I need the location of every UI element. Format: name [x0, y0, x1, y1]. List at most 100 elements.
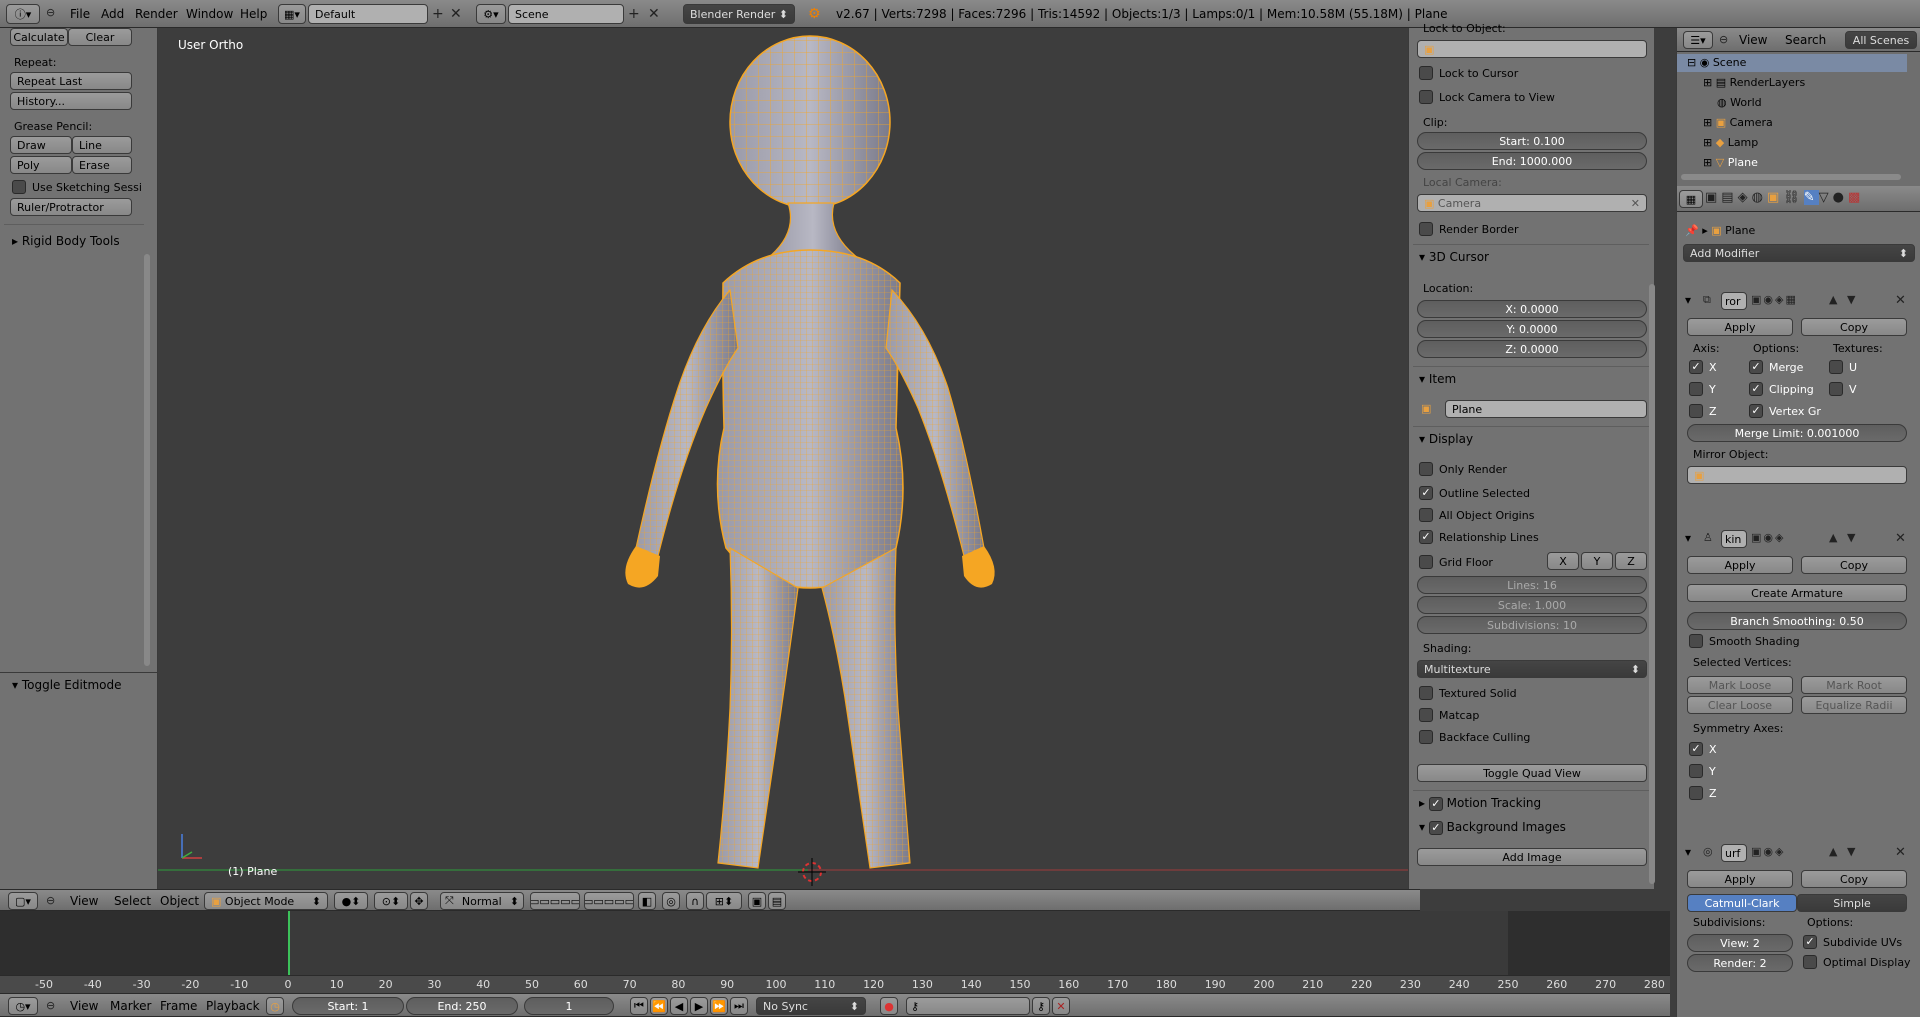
render-engine-dropdown[interactable]: Blender Render ⬍: [683, 4, 795, 24]
render-border-checkbox[interactable]: [1419, 222, 1433, 236]
screen-layout-button[interactable]: ▦▾: [278, 4, 306, 24]
move-up-icon[interactable]: ▲: [1829, 531, 1837, 544]
clear-field-icon[interactable]: ✕: [1631, 197, 1640, 210]
subsurf-collapse-toggle[interactable]: ▾: [1685, 845, 1691, 859]
modifiers-tab-icon[interactable]: ✎: [1803, 190, 1819, 205]
jump-start-button[interactable]: ⏮: [630, 997, 648, 1015]
add-modifier-dropdown[interactable]: Add Modifier ⬍: [1683, 244, 1915, 262]
view3d-menu-view[interactable]: View: [70, 894, 98, 908]
snap-element-dropdown[interactable]: ⊞⬍: [706, 892, 742, 910]
catmull-clark-toggle[interactable]: Catmull-Clark: [1687, 894, 1797, 912]
cursor-y-field[interactable]: Y: 0.0000: [1417, 320, 1647, 338]
matcap-checkbox[interactable]: [1419, 708, 1433, 722]
texture-v-checkbox[interactable]: [1829, 382, 1843, 396]
outliner-row-plane[interactable]: ⊞ ▽ Plane: [1677, 154, 1907, 172]
toggle-editmode-header[interactable]: ▾ Toggle Editmode: [12, 678, 122, 692]
texture-u-checkbox[interactable]: [1829, 360, 1843, 374]
remove-layout-icon[interactable]: ✕: [450, 6, 462, 22]
repeat-last-button[interactable]: Repeat Last: [10, 72, 132, 90]
end-frame-field[interactable]: End: 250: [406, 997, 518, 1015]
vertex-groups-checkbox[interactable]: ✓: [1749, 404, 1763, 418]
mirror-visibility-icons[interactable]: ▣◉◈▦: [1751, 293, 1798, 306]
remove-scene-icon[interactable]: ✕: [648, 6, 660, 22]
outliner-row-lamp[interactable]: ⊞ ◆ Lamp: [1677, 134, 1907, 152]
erase-button[interactable]: Erase: [72, 156, 132, 174]
subsurf-apply-button[interactable]: Apply: [1687, 870, 1793, 888]
lock-to-cursor-checkbox[interactable]: [1419, 66, 1433, 80]
clip-start-field[interactable]: Start: 0.100: [1417, 132, 1647, 150]
editor-type-button[interactable]: ⓘ▾: [6, 4, 40, 24]
move-down-icon[interactable]: ▼: [1847, 531, 1855, 544]
all-object-origins-checkbox[interactable]: [1419, 508, 1433, 522]
outliner-row-camera[interactable]: ⊞ ▣ Camera: [1677, 114, 1907, 132]
outliner-row-renderlayers[interactable]: ⊞ ▤ RenderLayers: [1677, 74, 1907, 92]
relationship-lines-checkbox[interactable]: ✓: [1419, 530, 1433, 544]
timeline-editor-type-button[interactable]: ◷▾: [8, 997, 38, 1015]
object-tab-icon[interactable]: ▣: [1767, 190, 1783, 205]
view-levels-field[interactable]: View: 2: [1687, 934, 1793, 952]
smooth-shading-checkbox[interactable]: [1689, 634, 1703, 648]
draw-button[interactable]: Draw: [10, 136, 72, 154]
render-preview-button[interactable]: ▣: [748, 892, 766, 910]
outliner-menu-search[interactable]: Search: [1785, 33, 1826, 47]
poly-button[interactable]: Poly: [10, 156, 72, 174]
toolshelf-scrollbar[interactable]: [144, 254, 150, 666]
collapse-menu-icon[interactable]: ⊖: [46, 999, 55, 1012]
view3d-menu-select[interactable]: Select: [114, 894, 151, 908]
textured-solid-checkbox[interactable]: [1419, 686, 1433, 700]
background-images-checkbox[interactable]: ✓: [1428, 821, 1443, 835]
cursor-x-field[interactable]: X: 0.0000: [1417, 300, 1647, 318]
mark-loose-button[interactable]: Mark Loose: [1687, 676, 1793, 694]
view3d-menu-object[interactable]: Object: [160, 894, 199, 908]
keying-set-field[interactable]: ⚷: [906, 997, 1030, 1015]
sync-mode-dropdown[interactable]: No Sync ⬍: [756, 997, 866, 1015]
mirror-copy-button[interactable]: Copy: [1801, 318, 1907, 336]
viewport-shading-dropdown[interactable]: ●⬍: [334, 892, 368, 910]
auto-keying-button[interactable]: ●: [880, 997, 898, 1015]
branch-smoothing-field[interactable]: Branch Smoothing: 0.50: [1687, 612, 1907, 630]
motion-tracking-header[interactable]: ▸ ✓ Motion Tracking: [1419, 796, 1541, 811]
next-keyframe-button[interactable]: ⏩: [710, 997, 728, 1015]
3d-viewport[interactable]: User Ortho (1) Plane: [158, 28, 1408, 889]
pin-icon[interactable]: 📌: [1685, 224, 1699, 237]
pivot-point-dropdown[interactable]: ⊙⬍: [374, 892, 408, 910]
ruler-protractor-button[interactable]: Ruler/Protractor: [10, 198, 132, 216]
motion-tracking-checkbox[interactable]: ✓: [1428, 797, 1443, 811]
move-up-icon[interactable]: ▲: [1829, 845, 1837, 858]
3d-cursor-header[interactable]: ▾ 3D Cursor: [1419, 250, 1489, 264]
menu-help[interactable]: Help: [240, 7, 267, 21]
timeline-menu-view[interactable]: View: [70, 999, 98, 1013]
only-render-checkbox[interactable]: [1419, 462, 1433, 476]
mirror-collapse-toggle[interactable]: ▾: [1685, 293, 1691, 307]
data-tab-icon[interactable]: ▽: [1819, 190, 1833, 205]
layers-tab-icon[interactable]: ▤: [1721, 190, 1737, 205]
symmetry-y-checkbox[interactable]: [1689, 764, 1703, 778]
cursor-z-field[interactable]: Z: 0.0000: [1417, 340, 1647, 358]
lock-camera-checkbox[interactable]: [1419, 90, 1433, 104]
symmetry-x-checkbox[interactable]: ✓: [1689, 742, 1703, 756]
transform-orientation-dropdown[interactable]: ⤧ Normal ⬍: [440, 892, 524, 910]
grid-axis-y-toggle[interactable]: Y: [1581, 552, 1613, 570]
move-down-icon[interactable]: ▼: [1847, 845, 1855, 858]
sketching-session-checkbox[interactable]: [12, 180, 26, 194]
mirror-name-field[interactable]: ror: [1721, 292, 1747, 310]
timeline-area[interactable]: -50 -40 -30 -20 -10 0 10 20 30 40 50 60 70 80 90 100 110…: [0, 911, 1670, 993]
grid-floor-checkbox[interactable]: [1419, 555, 1433, 569]
properties-region-scrollbar[interactable]: [1649, 284, 1655, 884]
delete-keyframe-button[interactable]: ✕: [1052, 997, 1070, 1015]
grid-subdivisions-field[interactable]: Subdivisions: 10: [1417, 616, 1647, 634]
world-tab-icon[interactable]: ◍: [1752, 190, 1767, 205]
local-camera-field[interactable]: ▣ Camera ✕: [1417, 194, 1647, 212]
subdivide-uvs-checkbox[interactable]: ✓: [1803, 935, 1817, 949]
mirror-apply-button[interactable]: Apply: [1687, 318, 1793, 336]
outliner-editor-type-button[interactable]: ☰▾: [1683, 31, 1713, 49]
lock-layers-button[interactable]: ◧: [638, 892, 656, 910]
line-button[interactable]: Line: [72, 136, 132, 154]
start-frame-field[interactable]: Start: 1: [292, 997, 404, 1015]
layer-buttons-1[interactable]: ▭▭▭▭▭: [530, 892, 580, 910]
simple-toggle[interactable]: Simple: [1797, 894, 1907, 912]
scene-field[interactable]: Scene: [508, 4, 624, 24]
timeline-menu-frame[interactable]: Frame: [160, 999, 197, 1013]
merge-limit-field[interactable]: Merge Limit: 0.001000: [1687, 424, 1907, 442]
item-name-field[interactable]: Plane: [1445, 400, 1647, 418]
